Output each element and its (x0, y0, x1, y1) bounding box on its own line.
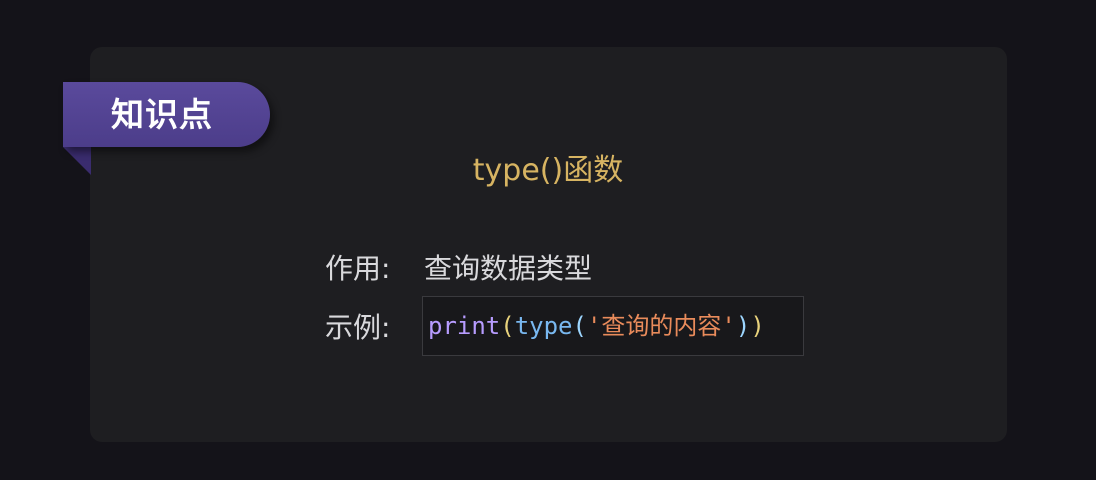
code-print: print (428, 312, 501, 340)
example-label: 示例: (325, 311, 391, 344)
code-paren-open-inner: ( (572, 312, 587, 340)
knowledge-badge: 知识点 (63, 82, 270, 147)
badge-label: 知识点 (111, 95, 213, 134)
usage-label: 作用: (325, 252, 391, 285)
code-paren-open: ( (500, 312, 515, 340)
code-paren-close-inner: ) (735, 312, 751, 340)
code-string: '查询的内容' (586, 312, 736, 340)
code-type: type (514, 312, 573, 340)
code-paren-close: ) (750, 312, 765, 340)
code-example: print(type('查询的内容')) (428, 297, 765, 355)
usage-value: 查询数据类型 (424, 252, 593, 285)
card-title: type()函数 (472, 153, 624, 188)
code-example-box: print(type('查询的内容')) (422, 296, 804, 356)
